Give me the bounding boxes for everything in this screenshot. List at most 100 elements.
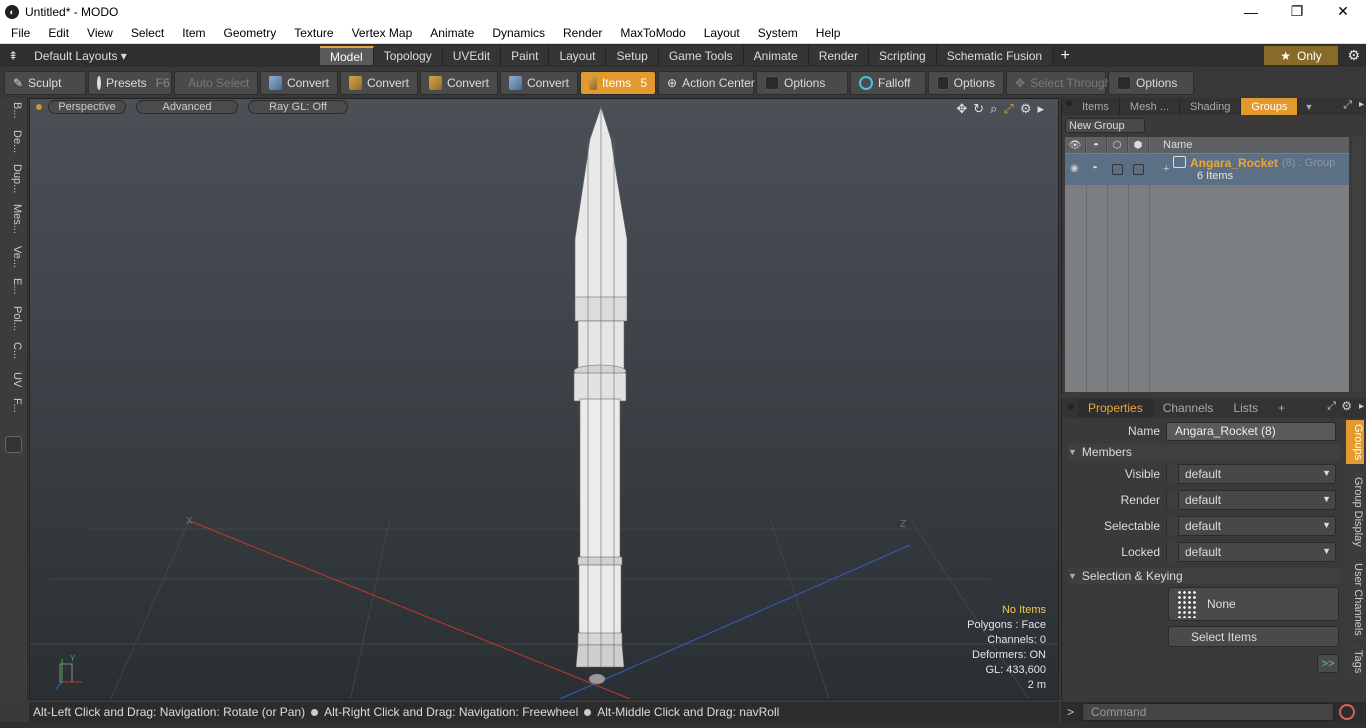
menu-system[interactable]: System [747, 26, 805, 40]
zoom-icon[interactable]: ⌕ [990, 101, 997, 117]
pan-icon[interactable]: ✥ [956, 101, 967, 117]
group-row-angara-rocket[interactable]: ◉ ◓ + Angara_Rocket (8) : Group 6 Items [1065, 154, 1349, 185]
select-items-button[interactable]: Select Items [1168, 626, 1339, 647]
presets-button[interactable]: Presets F6 [88, 71, 172, 95]
left-tab-duplicate[interactable]: Dup... [3, 164, 23, 193]
tab-properties[interactable]: Properties [1078, 398, 1153, 418]
render-dropdown[interactable]: default ▼ [1166, 490, 1336, 510]
gear-icon[interactable]: ⚙ [1347, 47, 1360, 64]
side-tab-groups[interactable]: Groups [1346, 420, 1364, 464]
tab-uvedit[interactable]: UVEdit [442, 46, 502, 65]
minimize-button[interactable]: — [1228, 0, 1274, 23]
viewport-gear-icon[interactable]: ⚙ [1020, 101, 1032, 117]
select-through-button[interactable]: ✥ Select Through [1006, 71, 1111, 95]
tab-paint[interactable]: Paint [501, 46, 550, 65]
menu-texture[interactable]: Texture [283, 26, 340, 40]
convert-materials-button[interactable]: Convert [500, 71, 578, 95]
properties-collapse-dot[interactable] [1068, 404, 1074, 410]
tab-render[interactable]: Render [808, 46, 870, 65]
side-tab-user-channels[interactable]: User Channels [1346, 558, 1364, 640]
tab-setup[interactable]: Setup [606, 46, 659, 65]
auto-select-button[interactable]: Auto Select [174, 71, 258, 95]
layout-selector[interactable]: ⇞ Default Layouts ▾ [0, 49, 320, 63]
tab-mesh[interactable]: Mesh ... [1120, 98, 1181, 115]
add-tab-button[interactable]: + [1053, 47, 1077, 65]
tab-scripting[interactable]: Scripting [869, 46, 937, 65]
row-select-checkbox[interactable] [1112, 164, 1123, 175]
menu-file[interactable]: File [0, 26, 37, 40]
more-button[interactable]: >> [1317, 654, 1339, 673]
menu-select[interactable]: Select [120, 26, 171, 40]
properties-gear-icon[interactable]: ⚙ [1341, 399, 1352, 413]
falloff-options-button[interactable]: Options [928, 71, 1004, 95]
row-render-icon[interactable]: ◓ [1092, 163, 1098, 174]
tab-shading[interactable]: Shading [1180, 98, 1242, 115]
menu-animate[interactable]: Animate [419, 26, 481, 40]
menu-layout[interactable]: Layout [693, 26, 747, 40]
menu-edit[interactable]: Edit [37, 26, 76, 40]
panel-maximize-icon[interactable]: ⤢ [1343, 99, 1352, 112]
row-lock-checkbox[interactable] [1133, 164, 1144, 175]
select-through-options-button[interactable]: Options [1108, 71, 1194, 95]
locked-dropdown[interactable]: default ▼ [1166, 542, 1336, 562]
ray-gl-button[interactable]: Ray GL: Off [248, 100, 348, 114]
menu-view[interactable]: View [76, 26, 120, 40]
tab-schematic-fusion[interactable]: Schematic Fusion [936, 46, 1054, 65]
record-macro-icon[interactable] [1339, 704, 1356, 720]
left-tab-polygon[interactable]: Pol... [3, 306, 23, 331]
only-button[interactable]: ★ Only [1264, 46, 1338, 65]
sculpt-button[interactable]: ✎ Sculpt [4, 71, 86, 95]
menu-vertex-map[interactable]: Vertex Map [341, 26, 420, 40]
panel-collapse-dot[interactable] [1066, 100, 1072, 106]
new-group-button[interactable]: New Group [1065, 118, 1145, 133]
members-collapse-icon[interactable]: ▼ [1068, 447, 1077, 457]
viewport-menu-arrow-icon[interactable]: ▸ [1037, 101, 1044, 117]
action-center-button[interactable]: ⊕ Action Center [658, 71, 755, 95]
perspective-button[interactable]: Perspective [48, 100, 126, 114]
menu-help[interactable]: Help [805, 26, 848, 40]
left-tab-curve[interactable]: C... [3, 342, 23, 359]
advanced-button[interactable]: Advanced [136, 100, 238, 114]
properties-maximize-icon[interactable]: ⤢ [1327, 400, 1336, 413]
close-button[interactable]: ✕ [1320, 0, 1366, 23]
convert-polygons-button[interactable]: Convert [420, 71, 498, 95]
convert-vertices-button[interactable]: Convert [260, 71, 338, 95]
visibility-eye-icon[interactable]: 👁 [1065, 137, 1086, 153]
selectable-dropdown[interactable]: default ▼ [1166, 516, 1336, 536]
items-mode-button[interactable]: Items 5 [580, 71, 656, 95]
tab-animate[interactable]: Animate [743, 46, 809, 65]
left-tab-vertex[interactable]: Ve... [3, 246, 23, 268]
add-properties-tab-button[interactable]: + [1268, 398, 1295, 418]
properties-arrow-icon[interactable]: ▸ [1359, 401, 1364, 412]
menu-maxtomodo[interactable]: MaxToModo [609, 26, 692, 40]
left-tab-basic[interactable]: B... [3, 102, 23, 119]
menu-render[interactable]: Render [552, 26, 609, 40]
left-tab-fusion[interactable]: F... [3, 398, 23, 413]
tab-model[interactable]: Model [320, 46, 374, 65]
restore-button[interactable]: ❐ [1274, 0, 1320, 23]
falloff-button[interactable]: Falloff [850, 71, 926, 95]
selection-collapse-icon[interactable]: ▼ [1068, 571, 1077, 581]
expand-icon[interactable]: + [1163, 163, 1169, 175]
groups-scrollbar[interactable] [1352, 137, 1363, 392]
row-eye-icon[interactable]: ◉ [1070, 163, 1079, 174]
panel-arrow-icon[interactable]: ▸ [1359, 99, 1364, 110]
members-section[interactable]: ▼ Members [1068, 444, 1340, 460]
3d-viewport[interactable]: X Z Y Perspective Advanced Ray GL: Off ✥… [29, 98, 1059, 700]
panel-tab-dropdown-icon[interactable]: ▼ [1304, 102, 1313, 112]
convert-edges-button[interactable]: Convert [340, 71, 418, 95]
menu-geometry[interactable]: Geometry [213, 26, 284, 40]
menu-item[interactable]: Item [171, 26, 212, 40]
side-tab-tags[interactable]: Tags [1346, 644, 1364, 680]
left-tab-edge[interactable]: E... [3, 278, 23, 295]
rotate-icon[interactable]: ↻ [973, 101, 984, 117]
left-tab-deform[interactable]: De... [3, 130, 23, 153]
command-input[interactable]: Command [1082, 703, 1335, 721]
action-center-options-button[interactable]: Options [756, 71, 848, 95]
fit-icon[interactable]: ⤢ [1003, 101, 1013, 117]
tab-topology[interactable]: Topology [373, 46, 443, 65]
lock-icon[interactable]: ⬢ [1128, 137, 1149, 153]
selection-keying-section[interactable]: ▼ Selection & Keying [1068, 568, 1340, 584]
visible-dropdown[interactable]: default ▼ [1166, 464, 1336, 484]
side-tab-group-display[interactable]: Group Display [1346, 470, 1364, 554]
